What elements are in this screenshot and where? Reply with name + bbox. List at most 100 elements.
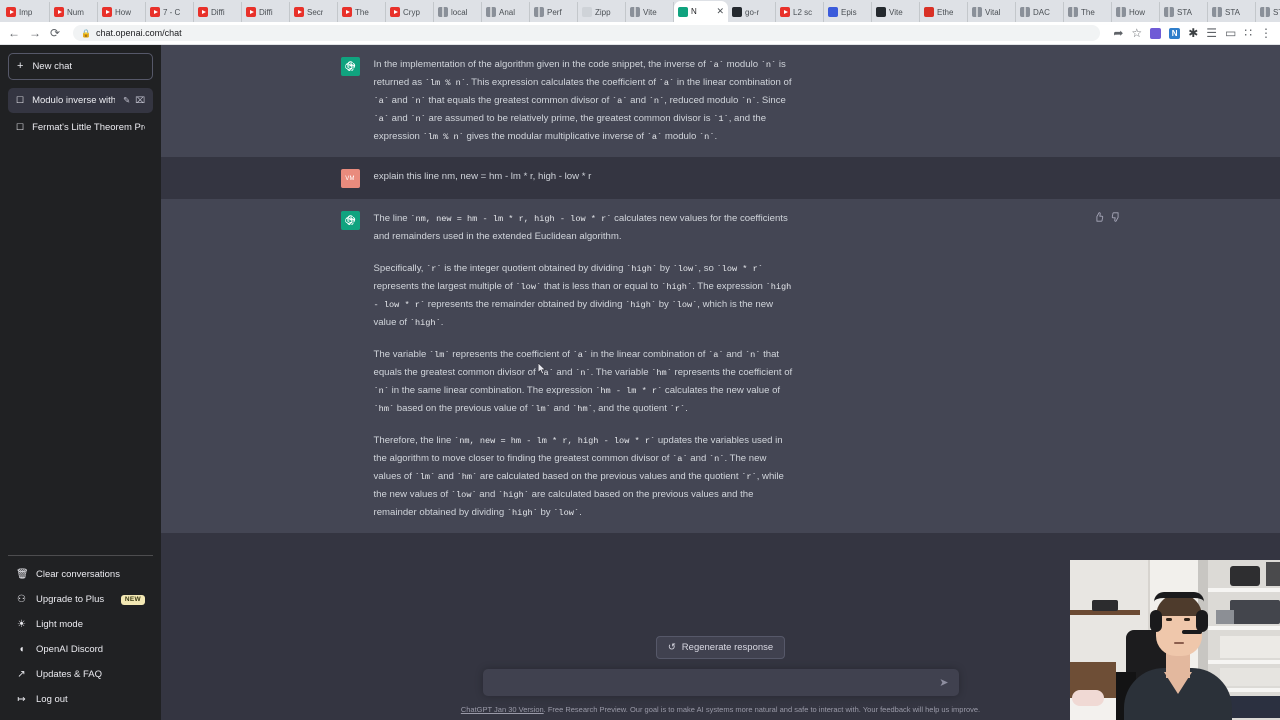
globe-icon (972, 7, 982, 17)
reading-list-icon[interactable]: ☰ (1206, 27, 1217, 39)
browser-toolbar: ← → ⟳ 🔒 chat.openai.com/chat ➦ ☆ N ✱ ☰ ▭… (0, 22, 1280, 45)
browser-chrome: Imp Num How 7 - C Diffi Diffi Secr The Cryp local… (0, 0, 1280, 45)
message-text: explain this line nm, new = hm - lm * r,… (374, 168, 794, 188)
conversation-item[interactable]: ☐ Modulo inverse with EE ✎ ⌧ (8, 88, 153, 113)
assistant-avatar (340, 57, 360, 76)
zip-icon (582, 7, 592, 17)
browser-tab[interactable]: local (434, 2, 482, 22)
address-bar[interactable]: 🔒 chat.openai.com/chat (73, 25, 1101, 41)
openai-logo-icon (344, 61, 355, 71)
message-paragraph: The line `nm, new = hm - lm * r, high - … (373, 213, 788, 242)
message-inner: VM explain this line nm, new = hm - lm * … (340, 168, 1101, 188)
close-tab-icon[interactable]: ✕ (716, 7, 724, 16)
share-icon[interactable]: ➦ (1113, 27, 1123, 39)
browser-tab[interactable]: STA (1160, 2, 1208, 22)
browser-tab[interactable]: Imp (2, 2, 50, 22)
inline-code: `a` (672, 454, 688, 464)
forward-icon[interactable]: → (29, 27, 41, 39)
sidebar-nav-item[interactable]: ◖ OpenAI Discord (8, 637, 153, 662)
youtube-icon (198, 7, 208, 17)
browser-tab[interactable]: Vital (968, 2, 1016, 22)
sidebar-nav-item[interactable]: ⚇ Upgrade to Plus NEW (8, 587, 153, 612)
browser-tab[interactable]: Vite (872, 2, 920, 22)
browser-tab[interactable]: The (338, 2, 386, 22)
inline-code: `low` (553, 508, 580, 518)
nav-label: OpenAI Discord (36, 644, 104, 655)
bookmark-star-icon[interactable]: ☆ (1131, 27, 1142, 39)
extensions-puzzle-icon[interactable]: ✱ (1188, 27, 1198, 39)
inline-code: `low` (515, 282, 542, 292)
tab-title: 7 - C (163, 7, 181, 17)
tab-title: STA (1273, 7, 1280, 17)
browser-tab[interactable]: go-r (728, 2, 776, 22)
browser-tab[interactable]: How (98, 2, 146, 22)
sidebar-nav-item[interactable]: ☀ Light mode (8, 612, 153, 637)
browser-tab[interactable]: Perf (530, 2, 578, 22)
inline-code: `lm % n` (422, 132, 464, 142)
browser-tab[interactable]: DAC (1016, 2, 1064, 22)
chat-bubble-icon: ☐ (16, 95, 25, 105)
browser-tab[interactable]: Vite (626, 2, 674, 22)
chrome-menu-icon[interactable]: ⋮ (1260, 27, 1272, 39)
nav-label: Upgrade to Plus (36, 594, 105, 605)
browser-tab[interactable]: Secr (290, 2, 338, 22)
side-panel-icon[interactable]: ▭ (1225, 27, 1236, 39)
nav-label: Log out (36, 694, 68, 705)
red-icon (924, 7, 934, 17)
regenerate-response-button[interactable]: ↺ Regenerate response (655, 636, 786, 659)
inline-code: `a` (658, 78, 675, 88)
conversation-label: Modulo inverse with EE (32, 95, 116, 106)
sidebar-nav-item[interactable]: 🗑 Clear conversations (8, 562, 153, 587)
tab-title: go-r (745, 7, 760, 17)
notion-extension-icon[interactable]: N (1169, 27, 1181, 39)
thumbs-up-icon[interactable] (1094, 212, 1104, 225)
browser-tab[interactable]: 7 - C (146, 2, 194, 22)
chat-input[interactable] (492, 677, 940, 688)
new-chat-button[interactable]: + New chat (8, 53, 153, 80)
browser-tab[interactable]: Cryp (386, 2, 434, 22)
conversation-item[interactable]: ☐ Fermat's Little Theorem Proof (8, 115, 153, 140)
inline-code: `low` (672, 264, 699, 274)
browser-tab[interactable]: The (1064, 2, 1112, 22)
sidebar-nav-item[interactable]: ↗ Updates & FAQ (8, 662, 153, 687)
browser-tab[interactable]: Diffi (194, 2, 242, 22)
tabs-container: Imp Num How 7 - C Diffi Diffi Secr The Cryp local… (2, 1, 1280, 22)
tab-title: How (1129, 7, 1146, 17)
globe-icon (630, 7, 640, 17)
inline-code: `1` (713, 114, 729, 124)
assistant-avatar (340, 211, 360, 230)
browser-tab[interactable]: Zipp (578, 2, 626, 22)
extension-wave-icon[interactable] (1150, 27, 1162, 39)
browser-tab[interactable]: How (1112, 2, 1160, 22)
sidebar-footer-nav: 🗑 Clear conversations ⚇ Upgrade to Plus NEW ☀… (8, 555, 153, 712)
browser-tab[interactable]: L2 sc (776, 2, 824, 22)
browser-tab[interactable]: STA (1208, 2, 1256, 22)
send-icon[interactable]: ➤ (939, 676, 948, 689)
browser-tab[interactable]: N ✕ (674, 1, 728, 22)
browser-tab[interactable]: STA (1256, 2, 1280, 22)
nav-label: Updates & FAQ (36, 669, 103, 680)
extension-grid-icon[interactable]: ∷ (1244, 27, 1252, 39)
back-icon[interactable]: ← (8, 27, 20, 39)
tab-title: Ethe (937, 7, 954, 17)
thumbs-down-icon[interactable] (1111, 212, 1121, 225)
edit-icon[interactable]: ✎ (123, 95, 130, 106)
delete-icon[interactable]: ⌧ (135, 95, 145, 106)
chat-input-wrapper[interactable]: ➤ (482, 669, 959, 696)
browser-tab[interactable]: Epis (824, 2, 872, 22)
nav-icon: ⚇ (17, 594, 26, 605)
youtube-icon (342, 7, 352, 17)
sidebar-nav-item[interactable]: ↦ Log out (8, 687, 153, 712)
browser-tab[interactable]: Diffi (242, 2, 290, 22)
nav-label: Light mode (36, 619, 84, 630)
message-inner: The line `nm, new = hm - lm * r, high - … (340, 210, 1118, 522)
tab-title: Anal (499, 7, 516, 17)
feedback-controls (1094, 212, 1121, 225)
browser-tab[interactable]: Num (50, 2, 98, 22)
reload-icon[interactable]: ⟳ (50, 27, 60, 39)
inline-code: `a` (373, 114, 389, 124)
browser-tab[interactable]: Anal (482, 2, 530, 22)
nav-icon: 🗑 (16, 569, 29, 580)
browser-tab[interactable]: Ethe (920, 2, 968, 22)
footer-version-link[interactable]: ChatGPT Jan 30 Version (461, 705, 544, 714)
